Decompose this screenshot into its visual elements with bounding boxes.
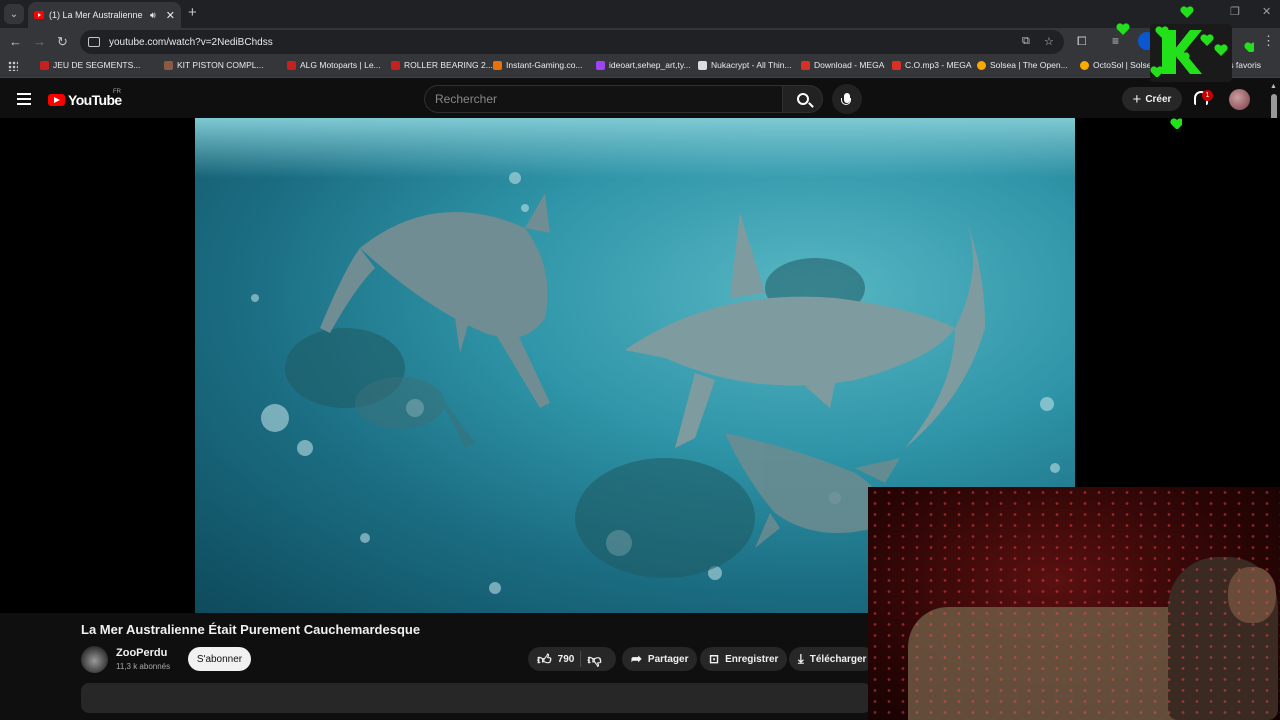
create-label: Créer	[1145, 93, 1172, 105]
bookmark-favicon-icon	[493, 60, 502, 70]
install-app-icon[interactable]: ⧉	[1022, 35, 1030, 48]
download-label: Télécharger	[809, 653, 867, 665]
tab-search-button[interactable]: ⌄	[4, 4, 24, 24]
apps-grid-icon[interactable]	[8, 61, 18, 71]
video-title: La Mer Australienne Était Purement Cauch…	[81, 622, 421, 637]
bookmark-save-icon: ⊡	[709, 652, 720, 666]
bookmark-label: Download - MEGA	[814, 60, 885, 70]
webcam-overlay	[868, 487, 1280, 720]
forward-icon[interactable]: →	[33, 34, 46, 49]
address-bar[interactable]: youtube.com/watch?v=2NediBChdss ⧉ ☆	[80, 30, 1064, 54]
bookmark-label: KIT PISTON COMPL...	[177, 60, 264, 70]
bookmark-favicon-icon	[892, 60, 901, 70]
share-button[interactable]: ➦ Partager	[622, 647, 698, 671]
site-info-icon[interactable]	[88, 37, 100, 47]
scroll-up-arrow-icon[interactable]: ▲	[1270, 83, 1277, 90]
like-count[interactable]: 790	[558, 654, 575, 665]
bookmark-favicon-icon	[596, 60, 605, 70]
tab-active[interactable]: (1) La Mer Australienne Était Purement C…	[28, 2, 181, 28]
bookmark-label: JEU DE SEGMENTS...	[53, 60, 141, 70]
share-icon: ➦	[631, 651, 642, 666]
thumbs-up-icon[interactable]: 👍︎	[537, 651, 552, 668]
bookmark-favicon-icon	[698, 60, 707, 70]
bookmark-item[interactable]: ALG Motoparts | Le...	[287, 60, 381, 70]
bookmark-item[interactable]: KIT PISTON COMPL...	[164, 60, 264, 70]
subscribe-button[interactable]: S'abonner	[188, 647, 251, 671]
bookmark-item[interactable]: Nukacrypt - All Thin...	[698, 60, 792, 70]
bookmark-favicon-icon	[977, 60, 986, 70]
bookmark-favicon-icon	[1080, 60, 1089, 70]
account-avatar[interactable]	[1229, 89, 1250, 110]
create-button[interactable]: + Créer	[1122, 87, 1182, 111]
tab-close-icon[interactable]: ✕	[166, 9, 175, 22]
share-label: Partager	[647, 653, 689, 665]
youtube-logo[interactable]: YouTube	[48, 92, 122, 108]
bookmarks-bar: JEU DE SEGMENTS... KIT PISTON COMPL... A…	[0, 56, 1280, 78]
search-icon	[796, 93, 809, 105]
search-input[interactable]	[435, 92, 782, 106]
bookmark-item[interactable]: ROLLER BEARING 2...	[391, 60, 493, 70]
bookmark-favicon-icon	[164, 60, 173, 70]
bookmark-label: Instant-Gaming.co...	[506, 60, 583, 70]
bookmark-item[interactable]: OctoSol | Solsea	[1080, 60, 1156, 70]
webcam-string-lights	[868, 487, 1280, 720]
reading-list-icon[interactable]: ≡	[1112, 34, 1119, 48]
channel-name[interactable]: ZooPerdu	[116, 647, 167, 659]
guide-menu-icon[interactable]	[17, 93, 31, 105]
close-window-icon[interactable]: ✕	[1262, 5, 1271, 18]
bookmark-item[interactable]: Instant-Gaming.co...	[493, 60, 583, 70]
bookmark-item[interactable]: JEU DE SEGMENTS...	[40, 60, 140, 70]
reload-icon[interactable]: ↻	[57, 34, 68, 50]
subscriber-count: 11,3 k abonnés	[116, 662, 171, 671]
extensions-icon[interactable]: ⧠	[1077, 34, 1087, 49]
youtube-play-icon	[48, 94, 65, 106]
bookmark-label: ALG Motoparts | Le...	[300, 60, 381, 70]
back-icon[interactable]: ←	[9, 34, 22, 49]
bookmark-favicon-icon	[287, 60, 296, 70]
save-label: Enregistrer	[725, 653, 779, 665]
microphone-icon	[841, 93, 851, 105]
youtube-favicon-icon	[34, 11, 44, 19]
bookmark-favicon-icon	[801, 60, 810, 70]
like-divider	[580, 651, 582, 667]
voice-search-button[interactable]	[832, 84, 862, 114]
search-box[interactable]	[424, 85, 782, 113]
bookmark-item[interactable]: C.O.mp3 - MEGA	[892, 60, 972, 70]
restore-window-icon[interactable]: ❐	[1230, 5, 1240, 18]
bookmark-label: C.O.mp3 - MEGA	[905, 60, 972, 70]
channel-avatar[interactable]	[81, 646, 108, 673]
browser-menu-icon[interactable]: ⋮	[1262, 33, 1275, 49]
notification-badge: 1	[1202, 90, 1213, 101]
bookmark-favicon-icon	[391, 60, 400, 70]
youtube-masthead: YouTube FR + Créer	[0, 78, 1280, 120]
tab-strip: ⌄ (1) La Mer Australienne Était Purement…	[0, 0, 1280, 28]
region-code: FR	[113, 89, 121, 95]
bookmark-label: Nukacrypt - All Thin...	[711, 60, 792, 70]
bookmark-star-icon[interactable]: ☆	[1044, 35, 1054, 48]
download-icon: ⤓	[798, 651, 804, 666]
description-box[interactable]	[81, 683, 871, 713]
bookmark-label: ideoart,sehep_art,ty...	[609, 60, 691, 70]
plus-icon: +	[1132, 90, 1142, 108]
address-url[interactable]: youtube.com/watch?v=2NediBChdss	[109, 37, 273, 48]
like-dislike-group: 👍︎ 790 👎︎	[528, 647, 616, 671]
download-button[interactable]: ⤓ Télécharger	[789, 647, 876, 671]
bookmark-item[interactable]: Solsea | The Open...	[977, 60, 1068, 70]
speaker-icon[interactable]: 🔊︎	[150, 10, 156, 21]
new-tab-button[interactable]: +	[188, 4, 197, 21]
bookmark-label: Solsea | The Open...	[990, 60, 1068, 70]
search-button[interactable]	[782, 85, 823, 113]
bookmark-favicon-icon	[40, 60, 49, 70]
save-button[interactable]: ⊡ Enregistrer	[700, 647, 788, 671]
bookmark-label: ROLLER BEARING 2...	[404, 60, 493, 70]
tab-title: (1) La Mer Australienne Était Purement C…	[49, 10, 145, 20]
thumbs-down-icon[interactable]: 👎︎	[587, 651, 601, 668]
bookmark-label: OctoSol | Solsea	[1093, 60, 1157, 70]
bookmark-item[interactable]: ideoart,sehep_art,ty...	[596, 60, 691, 70]
bookmark-item[interactable]: Download - MEGA	[801, 60, 884, 70]
browser-toolbar: ← → ↻ youtube.com/watch?v=2NediBChdss ⧉ …	[0, 28, 1280, 56]
